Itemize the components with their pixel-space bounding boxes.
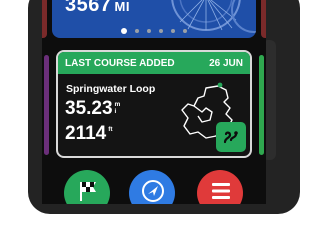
last-course-card[interactable]: LAST COURSE ADDED 26 JUN Springwater Loo…: [56, 50, 252, 158]
menu-icon: [212, 183, 230, 199]
route-icon: [216, 122, 246, 152]
page-dot[interactable]: [147, 29, 151, 33]
checkered-flag-icon: [80, 182, 96, 201]
course-name: Springwater Loop: [66, 83, 156, 95]
course-elevation-value: 2114: [65, 123, 107, 144]
total-distance-unit: MI: [114, 0, 130, 14]
page-dot[interactable]: [135, 29, 139, 33]
course-card-date: 26 JUN: [209, 57, 243, 69]
course-card-title: LAST COURSE ADDED: [65, 57, 175, 69]
next-widget-edge: [259, 55, 264, 155]
page-dot[interactable]: [159, 29, 163, 33]
page-dot[interactable]: [171, 29, 175, 33]
total-distance-number: 3567: [65, 0, 112, 16]
courses-button[interactable]: [64, 170, 110, 204]
course-elevation-unit: ft: [108, 126, 113, 133]
menu-button[interactable]: [197, 170, 243, 204]
total-distance-value: 3567 MI: [65, 0, 130, 17]
course-distance: 35.23 mi: [65, 98, 120, 120]
previous-widget-edge: [44, 55, 49, 155]
course-elevation: 2114 ft: [65, 123, 113, 145]
navigation-arrow-icon: [142, 180, 164, 202]
course-distance-value: 35.23: [65, 98, 113, 119]
carousel-page-indicator: [42, 28, 266, 36]
page-dot[interactable]: [183, 29, 187, 33]
course-card-header: LAST COURSE ADDED 26 JUN: [58, 52, 250, 74]
navigate-button[interactable]: [129, 170, 175, 204]
course-distance-unit: mi: [114, 101, 121, 115]
device-screen: 3567 MI LAST COURSE ADDED 26 JUN Springwa…: [42, 0, 266, 204]
page-dot[interactable]: [121, 28, 127, 34]
